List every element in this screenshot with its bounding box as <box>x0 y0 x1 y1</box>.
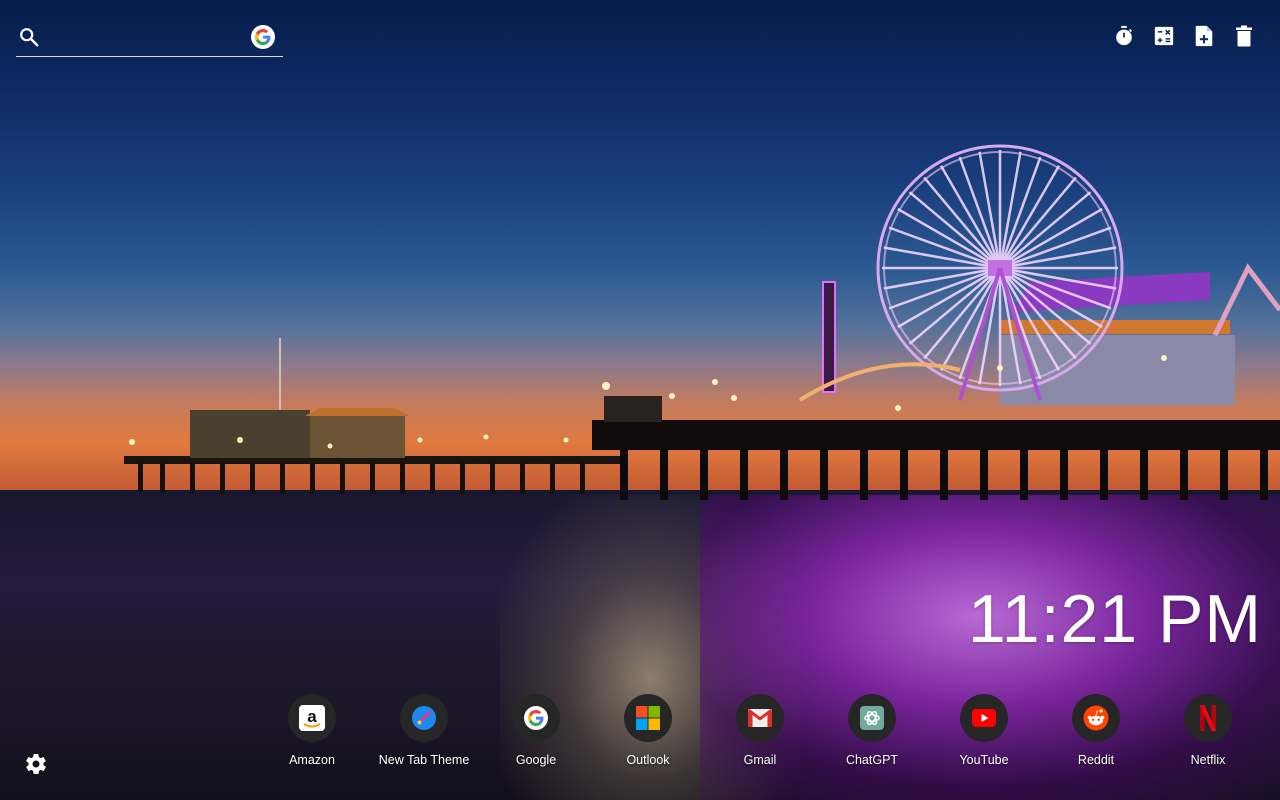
pier-deck-right <box>592 420 1280 450</box>
gmail-icon <box>736 694 784 742</box>
calculator-icon <box>1154 26 1174 46</box>
shortcut-label: New Tab Theme <box>378 753 470 767</box>
netflix-icon <box>1184 694 1232 742</box>
shortcut-label: Amazon <box>289 753 335 767</box>
microsoft-icon <box>624 694 672 742</box>
shortcut-new-tab-theme[interactable]: New Tab Theme <box>368 694 480 767</box>
chatgpt-icon <box>848 694 896 742</box>
youtube-icon <box>960 694 1008 742</box>
pier-pilings-right <box>620 448 1268 500</box>
drop-tower <box>822 281 836 393</box>
shortcut-netflix[interactable]: Netflix <box>1152 694 1264 767</box>
timer-button[interactable] <box>1112 24 1136 48</box>
shortcut-label: Reddit <box>1077 753 1115 767</box>
shortcut-label: Gmail <box>743 753 777 767</box>
paintbrush-icon <box>400 694 448 742</box>
shortcut-youtube[interactable]: YouTube <box>928 694 1040 767</box>
calculator-button[interactable] <box>1152 24 1176 48</box>
trash-icon <box>1236 25 1252 47</box>
new-note-button[interactable] <box>1192 24 1216 48</box>
shortcut-label: Netflix <box>1190 753 1226 767</box>
wallpaper <box>0 0 1280 800</box>
shortcut-outlook[interactable]: Outlook <box>592 694 704 767</box>
shortcut-label: ChatGPT <box>845 753 899 767</box>
pier-pilings-left <box>138 462 585 494</box>
toolbar <box>1112 24 1256 48</box>
gear-icon <box>26 753 46 775</box>
search-bar[interactable] <box>16 20 283 57</box>
note-add-icon <box>1195 25 1213 47</box>
google-icon <box>512 694 560 742</box>
kiosk <box>604 396 662 422</box>
building-restaurant <box>310 414 405 458</box>
pier-scene <box>124 144 1280 500</box>
shortcut-google[interactable]: Google <box>480 694 592 767</box>
delete-button[interactable] <box>1232 24 1256 48</box>
clock: 11:21 PM <box>967 581 1262 657</box>
shortcut-amazon[interactable]: a Amazon <box>256 694 368 767</box>
shortcuts-bar: a Amazon New Tab Theme Google Outlook Gm… <box>256 694 1264 767</box>
building-harbor <box>190 410 310 458</box>
amazon-icon: a <box>288 694 336 742</box>
stopwatch-icon <box>1116 25 1132 46</box>
google-icon[interactable] <box>251 25 275 49</box>
arcade-building <box>1000 335 1235 405</box>
shortcut-reddit[interactable]: Reddit <box>1040 694 1152 767</box>
shortcut-label: Google <box>515 753 557 767</box>
reddit-icon <box>1072 694 1120 742</box>
shortcut-label: YouTube <box>959 753 1009 767</box>
shortcut-label: Outlook <box>626 753 670 767</box>
search-input[interactable] <box>50 24 244 52</box>
shortcut-chatgpt[interactable]: ChatGPT <box>816 694 928 767</box>
settings-button[interactable] <box>24 752 48 776</box>
search-icon[interactable] <box>18 26 40 48</box>
shortcut-gmail[interactable]: Gmail <box>704 694 816 767</box>
svg-text:a: a <box>307 707 317 726</box>
